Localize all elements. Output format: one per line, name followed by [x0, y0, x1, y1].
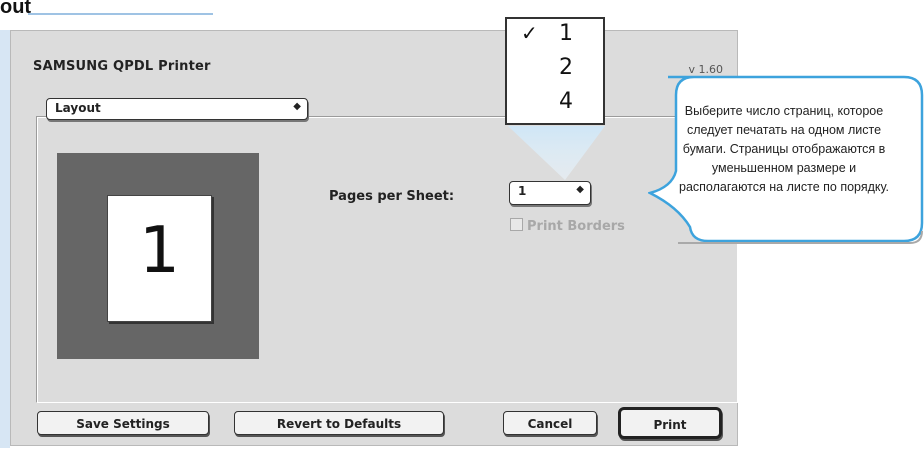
menu-item-1[interactable]: ✓ 1 [507, 21, 603, 53]
callout-text: Выберите число страниц, которое следует … [679, 104, 889, 194]
menu-item-4[interactable]: 4 [507, 89, 603, 121]
menu-item-label: 1 [559, 21, 573, 46]
menu-item-label: 4 [559, 89, 573, 114]
checkmark-icon: ✓ [521, 21, 538, 45]
menu-item-2[interactable]: 2 [507, 55, 603, 87]
menu-item-label: 2 [559, 55, 573, 80]
pages-per-sheet-menu: ✓ 1 2 4 [505, 17, 605, 125]
